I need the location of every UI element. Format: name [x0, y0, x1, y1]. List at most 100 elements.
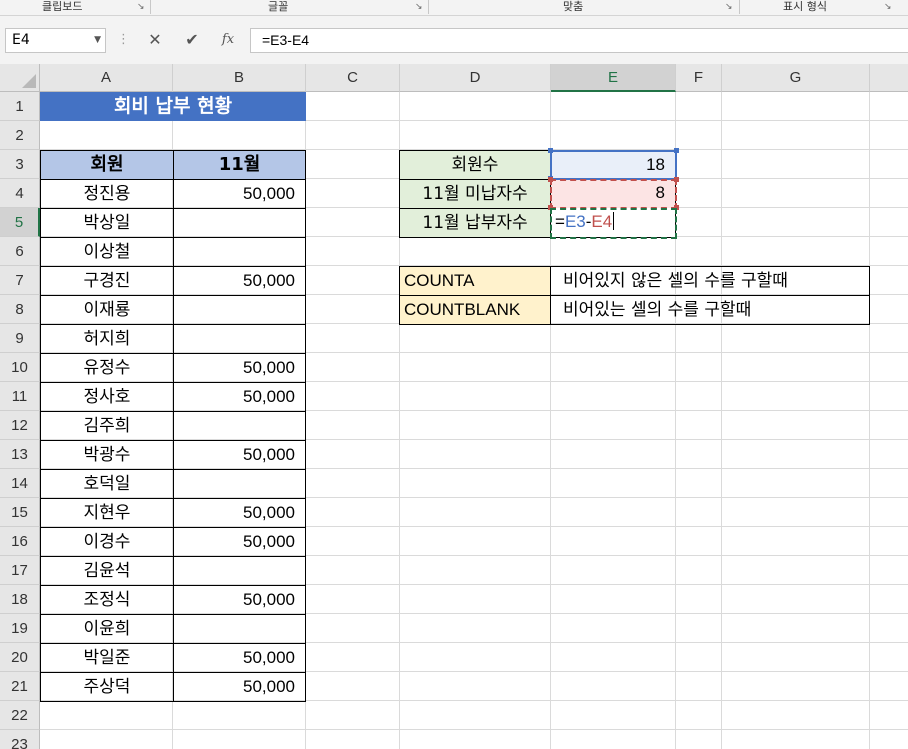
- sheet-title-cell[interactable]: 회비 납부 현황: [40, 92, 306, 121]
- payment-amount-cell[interactable]: [173, 556, 306, 586]
- member-name-cell[interactable]: 박상일: [40, 208, 174, 238]
- payment-amount-cell[interactable]: [173, 411, 306, 441]
- dialog-launcher-icon[interactable]: ↘: [415, 2, 425, 12]
- row-header[interactable]: 3: [0, 150, 40, 179]
- payment-amount-cell[interactable]: [173, 237, 306, 267]
- member-name-cell[interactable]: 이경수: [40, 527, 174, 557]
- ribbon-group-number: 표시 형식 ↘: [740, 0, 908, 16]
- ribbon-group-label: 표시 형식: [783, 0, 827, 13]
- payment-amount-cell[interactable]: 50,000: [173, 382, 306, 412]
- payment-amount-cell[interactable]: [173, 208, 306, 238]
- payment-amount-cell[interactable]: 50,000: [173, 672, 306, 702]
- function-desc-cell[interactable]: 비어있는 셀의 수를 구할때: [550, 295, 870, 325]
- member-name-cell[interactable]: 호덕일: [40, 469, 174, 499]
- summary-label-cell[interactable]: 11월 납부자수: [399, 208, 551, 238]
- column-header-d[interactable]: D: [400, 64, 551, 92]
- member-name-cell[interactable]: 김윤석: [40, 556, 174, 586]
- member-name-cell[interactable]: 김주희: [40, 411, 174, 441]
- column-header-a[interactable]: A: [40, 64, 173, 92]
- column-header-b[interactable]: B: [173, 64, 306, 92]
- formula-input[interactable]: =E3-E4: [250, 28, 908, 53]
- select-all-button[interactable]: [0, 64, 40, 92]
- member-name-cell[interactable]: 정진용: [40, 179, 174, 209]
- row-header[interactable]: 14: [0, 469, 40, 498]
- cancel-button[interactable]: ✕: [144, 29, 166, 51]
- row-header[interactable]: 7: [0, 266, 40, 295]
- payment-amount-cell[interactable]: [173, 295, 306, 325]
- header-member-cell[interactable]: 회원: [40, 150, 174, 180]
- row-header[interactable]: 23: [0, 730, 40, 749]
- enter-button[interactable]: ✔: [181, 29, 203, 51]
- payment-amount-cell[interactable]: [173, 324, 306, 354]
- spreadsheet-grid[interactable]: A B C D E F G 1 2 3 4 5 6 7 8 9 10 11 12…: [0, 64, 908, 749]
- payment-amount-cell[interactable]: 50,000: [173, 179, 306, 209]
- column-header-h[interactable]: [870, 64, 908, 92]
- ribbon-group-bar: 클립보드 ↘ 글꼴 ↘ 맞춤 ↘ 표시 형식 ↘: [0, 0, 908, 16]
- row-header[interactable]: 16: [0, 527, 40, 556]
- row-header[interactable]: 9: [0, 324, 40, 353]
- payment-amount-cell[interactable]: 50,000: [173, 353, 306, 383]
- name-box[interactable]: E4 ▼: [5, 28, 106, 53]
- more-options-icon: ⋮: [117, 32, 130, 47]
- payment-amount-cell[interactable]: 50,000: [173, 266, 306, 296]
- row-header[interactable]: 4: [0, 179, 40, 208]
- row-header[interactable]: 19: [0, 614, 40, 643]
- row-header[interactable]: 6: [0, 237, 40, 266]
- dialog-launcher-icon[interactable]: ↘: [725, 2, 735, 12]
- reference-handle[interactable]: [548, 177, 553, 182]
- row-header[interactable]: 12: [0, 411, 40, 440]
- row-header[interactable]: 10: [0, 353, 40, 382]
- member-name-cell[interactable]: 주상덕: [40, 672, 174, 702]
- column-header-g[interactable]: G: [722, 64, 870, 92]
- row-header[interactable]: 22: [0, 701, 40, 730]
- member-name-cell[interactable]: 이윤희: [40, 614, 174, 644]
- member-name-cell[interactable]: 이재룡: [40, 295, 174, 325]
- payment-amount-cell[interactable]: 50,000: [173, 585, 306, 615]
- row-header[interactable]: 20: [0, 643, 40, 672]
- row-header[interactable]: 21: [0, 672, 40, 701]
- column-header-e[interactable]: E: [551, 64, 676, 92]
- insert-function-button[interactable]: fx: [217, 29, 239, 51]
- payment-amount-cell[interactable]: 50,000: [173, 527, 306, 557]
- member-name-cell[interactable]: 정사호: [40, 382, 174, 412]
- payment-amount-cell[interactable]: [173, 469, 306, 499]
- member-name-cell[interactable]: 박광수: [40, 440, 174, 470]
- row-header[interactable]: 17: [0, 556, 40, 585]
- payment-amount-cell[interactable]: 50,000: [173, 498, 306, 528]
- member-name-cell[interactable]: 이상철: [40, 237, 174, 267]
- chevron-down-icon[interactable]: ▼: [94, 29, 101, 52]
- payment-amount-cell[interactable]: [173, 614, 306, 644]
- row-header[interactable]: 15: [0, 498, 40, 527]
- gridline: [721, 92, 722, 749]
- reference-handle[interactable]: [674, 177, 679, 182]
- dialog-launcher-icon[interactable]: ↘: [884, 2, 894, 12]
- summary-label-cell[interactable]: 회원수: [399, 150, 551, 180]
- function-name-cell[interactable]: COUNTA: [399, 266, 551, 296]
- row-header[interactable]: 8: [0, 295, 40, 324]
- header-month-cell[interactable]: 11월: [173, 150, 306, 180]
- row-header[interactable]: 13: [0, 440, 40, 469]
- row-header[interactable]: 1: [0, 92, 40, 121]
- reference-handle[interactable]: [548, 148, 553, 153]
- member-name-cell[interactable]: 유정수: [40, 353, 174, 383]
- reference-highlight-e4: [550, 179, 677, 209]
- function-name-cell[interactable]: COUNTBLANK: [399, 295, 551, 325]
- member-name-cell[interactable]: 조정식: [40, 585, 174, 615]
- formula-bar: E4 ▼ ⋮ ✕ ✔ fx =E3-E4: [0, 16, 908, 64]
- member-name-cell[interactable]: 박일준: [40, 643, 174, 673]
- member-name-cell[interactable]: 구경진: [40, 266, 174, 296]
- row-header[interactable]: 2: [0, 121, 40, 150]
- summary-label-cell[interactable]: 11월 미납자수: [399, 179, 551, 209]
- payment-amount-cell[interactable]: 50,000: [173, 643, 306, 673]
- payment-amount-cell[interactable]: 50,000: [173, 440, 306, 470]
- column-header-f[interactable]: F: [676, 64, 722, 92]
- row-header[interactable]: 11: [0, 382, 40, 411]
- function-desc-cell[interactable]: 비어있지 않은 셀의 수를 구할때: [550, 266, 870, 296]
- row-header[interactable]: 5: [0, 208, 40, 237]
- dialog-launcher-icon[interactable]: ↘: [137, 2, 147, 12]
- reference-handle[interactable]: [674, 148, 679, 153]
- member-name-cell[interactable]: 허지희: [40, 324, 174, 354]
- column-header-c[interactable]: C: [306, 64, 400, 92]
- member-name-cell[interactable]: 지현우: [40, 498, 174, 528]
- row-header[interactable]: 18: [0, 585, 40, 614]
